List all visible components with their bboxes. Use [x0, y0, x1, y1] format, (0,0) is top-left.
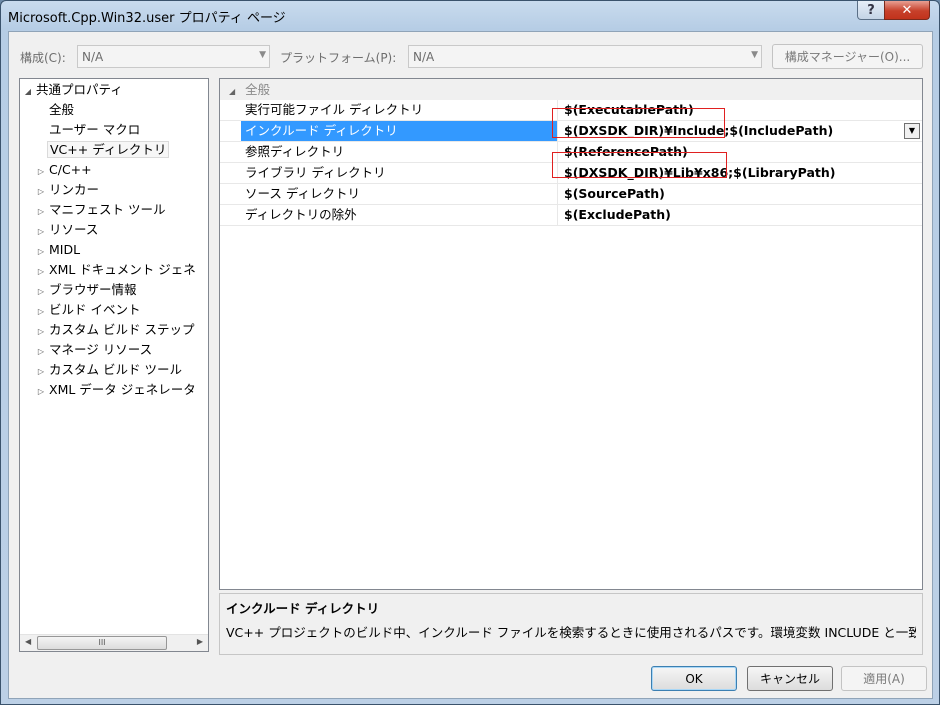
config-label: 構成(C): — [20, 51, 66, 65]
tree-item-label: マネージ リソース — [49, 342, 153, 357]
tree-item-label: XML ドキュメント ジェネ — [49, 262, 196, 277]
platform-value: N/A — [413, 50, 435, 64]
tree-item-label: 全般 — [49, 102, 75, 117]
scroll-left-arrow-icon[interactable]: ◀ — [25, 637, 31, 646]
config-manager-button[interactable]: 構成マネージャー(O)... — [772, 44, 923, 69]
property-name[interactable]: 参照ディレクトリ — [241, 142, 558, 162]
highlight-box-include — [552, 108, 725, 138]
close-button[interactable]: ✕ — [884, 1, 930, 20]
expand-arrow-icon[interactable]: ▷ — [35, 343, 47, 361]
tree-item[interactable]: ▷ リンカー — [35, 181, 101, 201]
expand-arrow-icon[interactable]: ▷ — [35, 203, 47, 221]
dialog-client-area: 構成(C): N/A ▼ プラットフォーム(P): N/A ▼ 構成マネージャー… — [8, 31, 933, 699]
cancel-button[interactable]: キャンセル — [747, 666, 833, 691]
grid-category-header[interactable]: ◢ 全般 — [220, 79, 922, 100]
tree-item-label: MIDL — [49, 242, 81, 257]
property-grid[interactable]: ◢ 全般 実行可能ファイル ディレクトリ $(ExecutablePath) インクル… — [219, 78, 923, 590]
expand-arrow-icon[interactable]: ▷ — [35, 323, 47, 341]
apply-button[interactable]: 適用(A) — [841, 666, 927, 691]
expand-arrow-icon[interactable]: ▷ — [35, 303, 47, 321]
tree-item[interactable]: ▷ カスタム ビルド ツール — [35, 361, 184, 381]
tree-item[interactable]: ▷ ビルド イベント — [35, 301, 142, 321]
title-bar[interactable]: Microsoft.Cpp.Win32.user プロパティ ページ ? ✕ — [1, 1, 939, 31]
tree-item-label: VC++ ディレクトリ — [47, 141, 170, 158]
tree-item[interactable]: ▷ カスタム ビルド ステップ — [35, 321, 196, 341]
tree-item[interactable]: ▷ MIDL — [35, 241, 82, 261]
expand-arrow-icon[interactable]: ▷ — [35, 163, 47, 181]
property-name[interactable]: 実行可能ファイル ディレクトリ — [241, 100, 558, 120]
horizontal-scrollbar[interactable]: ◀ III ▶ — [20, 634, 208, 651]
scroll-right-arrow-icon[interactable]: ▶ — [197, 637, 203, 646]
platform-label: プラットフォーム(P): — [280, 51, 397, 65]
scroll-thumb[interactable]: III — [37, 636, 167, 650]
ok-button[interactable]: OK — [651, 666, 737, 691]
tree-item[interactable]: ▷ マニフェスト ツール — [35, 201, 167, 221]
tree-item[interactable]: ▷ マネージ リソース — [35, 341, 154, 361]
expand-arrow-icon[interactable]: ▷ — [35, 363, 47, 381]
property-value[interactable]: $(SourcePath) — [560, 184, 922, 204]
properties-dialog: Microsoft.Cpp.Win32.user プロパティ ページ ? ✕ 構… — [0, 0, 940, 705]
config-combo[interactable]: N/A ▼ — [77, 45, 270, 68]
expand-arrow-icon[interactable]: ▷ — [35, 283, 47, 301]
tree-item[interactable]: ▷ リソース — [35, 221, 100, 241]
platform-combo[interactable]: N/A ▼ — [408, 45, 762, 68]
help-button[interactable]: ? — [857, 1, 885, 20]
tree-item[interactable]: ユーザー マクロ — [35, 121, 142, 141]
property-value[interactable]: $(ExcludePath) — [560, 205, 922, 225]
window-title: Microsoft.Cpp.Win32.user プロパティ ページ — [8, 11, 286, 26]
collapse-arrow-icon[interactable]: ◢ — [22, 83, 34, 101]
tree-item-label: XML データ ジェネレータ — [49, 382, 196, 397]
tree-item-label: ユーザー マクロ — [49, 122, 141, 137]
property-name[interactable]: ソース ディレクトリ — [241, 184, 558, 204]
description-title: インクルード ディレクトリ — [226, 601, 380, 616]
tree-item-label: リンカー — [49, 182, 100, 197]
property-name[interactable]: ライブラリ ディレクトリ — [241, 163, 558, 183]
tree-item-label: ブラウザー情報 — [49, 282, 137, 297]
config-value: N/A — [82, 50, 104, 64]
collapse-arrow-icon[interactable]: ◢ — [229, 87, 235, 96]
tree-root-common-properties[interactable]: ◢ 共通プロパティ — [22, 81, 125, 101]
expand-arrow-icon[interactable]: ▷ — [35, 263, 47, 281]
expand-arrow-icon[interactable]: ▷ — [35, 243, 47, 261]
tree-item-label: リソース — [49, 222, 99, 237]
tree-item-label: カスタム ビルド ツール — [49, 362, 182, 377]
description-panel: インクルード ディレクトリ VC++ プロジェクトのビルド中、インクルード ファ… — [219, 593, 923, 655]
tree-item[interactable]: 全般 — [35, 101, 76, 121]
expand-arrow-icon[interactable]: ▷ — [35, 383, 47, 401]
property-name[interactable]: インクルード ディレクトリ — [241, 121, 558, 141]
dropdown-arrow-icon[interactable]: ▼ — [904, 123, 920, 139]
tree-item-label: ビルド イベント — [49, 302, 141, 317]
property-row[interactable]: ソース ディレクトリ $(SourcePath) — [220, 184, 922, 205]
tree-item-label: カスタム ビルド ステップ — [49, 322, 195, 337]
chevron-down-icon: ▼ — [751, 50, 758, 60]
tree-item[interactable]: ▷ ブラウザー情報 — [35, 281, 139, 301]
chevron-down-icon: ▼ — [259, 50, 266, 60]
property-name[interactable]: ディレクトリの除外 — [241, 205, 558, 225]
tree-item[interactable]: ▷ XML データ ジェネレータ — [35, 381, 198, 401]
tree-item[interactable]: VC++ ディレクトリ — [35, 141, 170, 161]
category-tree[interactable]: ◢ 共通プロパティ 全般 ユーザー マクロ VC++ ディレクトリ ▷ C/C++ ▷ リンカ… — [19, 78, 209, 652]
highlight-box-library — [552, 152, 727, 178]
tree-item-label: マニフェスト ツール — [49, 202, 166, 217]
description-text: VC++ プロジェクトのビルド中、インクルード ファイルを検索するときに使用され… — [226, 625, 916, 640]
tree-item[interactable]: ▷ XML ドキュメント ジェネ — [35, 261, 198, 281]
tree-item[interactable]: ▷ C/C++ — [35, 161, 94, 181]
expand-arrow-icon[interactable]: ▷ — [35, 223, 47, 241]
property-row[interactable]: ディレクトリの除外 $(ExcludePath) — [220, 205, 922, 226]
tree-item-label: C/C++ — [49, 162, 92, 177]
expand-arrow-icon[interactable]: ▷ — [35, 183, 47, 201]
